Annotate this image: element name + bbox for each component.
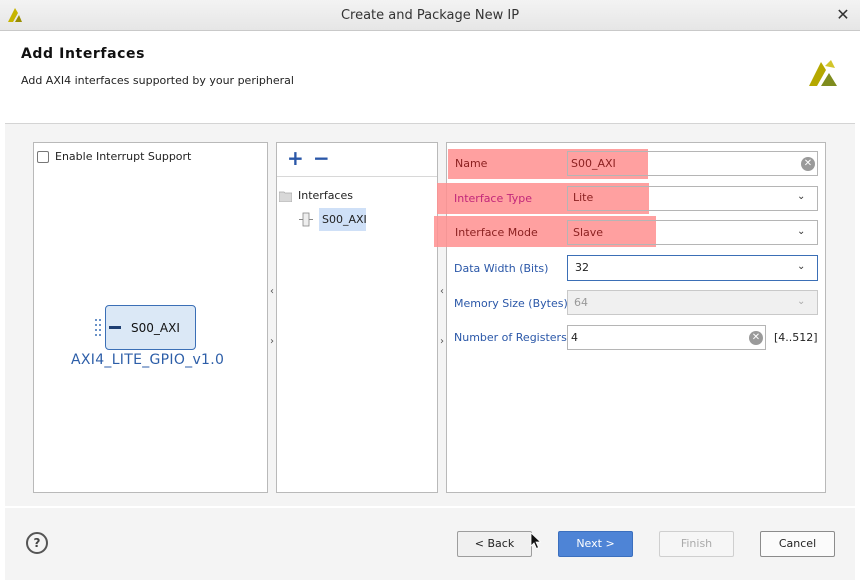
ip-port-label: S00_AXI xyxy=(131,321,180,335)
chevron-down-icon[interactable]: ⌄ xyxy=(797,226,805,237)
page-title: Add Interfaces xyxy=(21,46,146,62)
num-registers-label: Number of Registers xyxy=(454,331,567,344)
finish-button: Finish xyxy=(659,531,734,557)
interface-item[interactable]: S00_AXI xyxy=(322,213,367,226)
title-bar: Create and Package New IP ✕ xyxy=(0,0,860,31)
collapse-left-icon[interactable]: ‹ xyxy=(270,286,274,297)
remove-interface-button[interactable]: − xyxy=(313,146,330,170)
interface-type-value: Lite xyxy=(573,191,594,204)
num-registers-range: [4..512] xyxy=(774,331,818,344)
page-subtitle: Add AXI4 interfaces supported by your pe… xyxy=(21,74,294,87)
interface-type-label: Interface Type xyxy=(454,192,533,205)
data-width-select[interactable] xyxy=(567,255,818,281)
clear-registers-icon[interactable]: ✕ xyxy=(749,331,763,345)
interface-mode-select[interactable] xyxy=(567,220,818,245)
chevron-down-icon[interactable]: ⌄ xyxy=(797,261,805,272)
data-width-value: 32 xyxy=(575,261,589,274)
window-title: Create and Package New IP xyxy=(340,8,520,23)
memory-size-label: Memory Size (Bytes) xyxy=(454,297,568,310)
next-button[interactable]: Next > xyxy=(558,531,633,557)
interrupt-support-label: Enable Interrupt Support xyxy=(55,150,192,163)
interface-type-select[interactable] xyxy=(567,186,818,211)
interface-mode-value: Slave xyxy=(573,226,604,239)
folder-icon xyxy=(279,191,292,202)
data-width-label: Data Width (Bits) xyxy=(454,262,549,275)
num-registers-input[interactable] xyxy=(567,325,766,350)
expand-right-icon[interactable]: › xyxy=(270,336,274,347)
add-interface-button[interactable]: + xyxy=(287,146,304,170)
name-label: Name xyxy=(455,157,488,170)
memory-size-select xyxy=(567,290,818,315)
interface-port-icon xyxy=(299,212,313,227)
interfaces-root[interactable]: Interfaces xyxy=(298,189,353,202)
port-minus-icon xyxy=(109,326,121,329)
close-button[interactable]: ✕ xyxy=(834,6,852,24)
ip-name: AXI4_LITE_GPIO_v1.0 xyxy=(71,352,225,368)
cancel-button[interactable]: Cancel xyxy=(760,531,835,557)
memory-size-value: 64 xyxy=(574,296,588,309)
mouse-cursor-icon xyxy=(530,532,542,550)
expand-mid-icon[interactable]: › xyxy=(440,336,444,347)
vivado-logo-icon xyxy=(809,60,837,86)
interface-mode-label: Interface Mode xyxy=(455,226,538,239)
back-button[interactable]: < Back xyxy=(457,531,532,557)
interrupt-support-checkbox[interactable] xyxy=(37,151,49,163)
chevron-down-icon: ⌄ xyxy=(797,296,806,307)
clear-name-icon[interactable]: ✕ xyxy=(801,157,815,171)
help-button[interactable]: ? xyxy=(26,532,48,554)
name-value: S00_AXI xyxy=(571,157,616,170)
chevron-down-icon[interactable]: ⌄ xyxy=(797,191,805,202)
wizard-header: Add Interfaces Add AXI4 interfaces suppo… xyxy=(5,31,855,124)
num-registers-value: 4 xyxy=(571,331,578,344)
collapse-mid-icon[interactable]: ‹ xyxy=(440,286,444,297)
